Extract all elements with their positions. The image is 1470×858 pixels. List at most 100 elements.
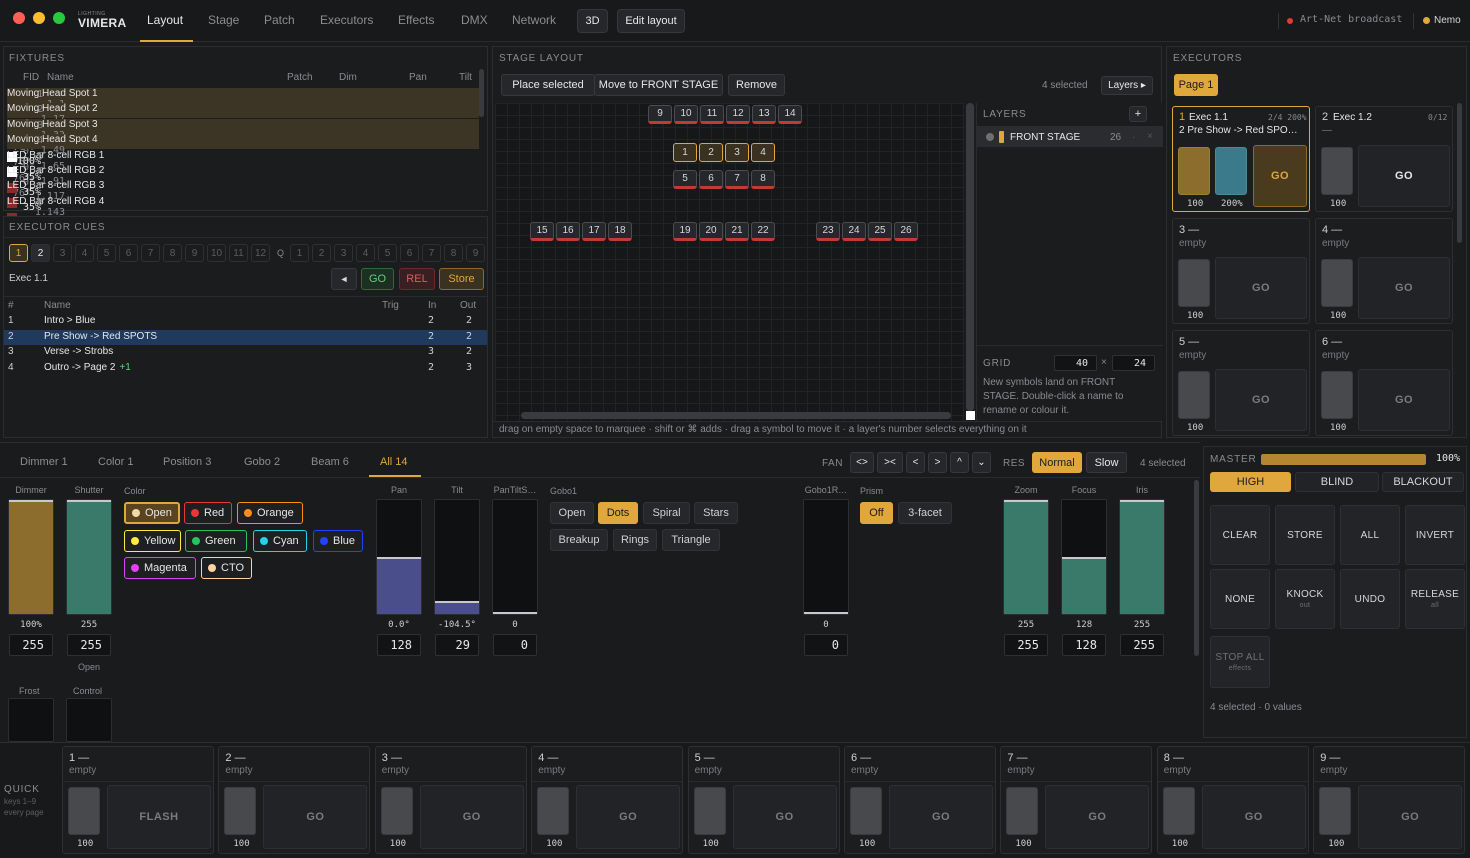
col-name[interactable]: Name — [47, 72, 74, 83]
nav-tab-stage[interactable]: Stage — [208, 13, 239, 27]
nav-tab-layout[interactable]: Layout — [147, 13, 183, 27]
quick-executor-8[interactable]: 8 — empty GO 100 — [1156, 746, 1309, 854]
stage-v-scrollbar[interactable] — [966, 103, 974, 411]
fan-button[interactable]: <> — [850, 452, 874, 473]
nav-tab-effects[interactable]: Effects — [398, 13, 434, 27]
frost-fader[interactable] — [8, 698, 54, 742]
executor-fader[interactable] — [1178, 371, 1210, 419]
executor-4[interactable]: 4 — empty GO 100 — [1315, 218, 1453, 324]
fan-button[interactable]: ^ — [950, 452, 969, 473]
executor-go-button[interactable]: GO — [1358, 369, 1450, 431]
stage-fixture-symbol[interactable]: 19 — [673, 222, 697, 241]
cue-q-5[interactable]: 5 — [378, 244, 397, 262]
quick-fader[interactable] — [693, 787, 726, 835]
fan-button[interactable]: > — [928, 452, 947, 473]
layer-color-swatch[interactable] — [999, 131, 1004, 143]
executor-fader[interactable] — [1178, 259, 1210, 307]
move-to-front-stage-button[interactable]: Move to FRONT STAGE — [594, 74, 723, 96]
cue-row[interactable]: 3 Verse -> Strobs 3 2 — [4, 345, 487, 360]
quick-executor-2[interactable]: 2 — empty GO 100 — [218, 746, 371, 854]
pantiltspeed-fader[interactable] — [492, 499, 538, 615]
quick-executor-1[interactable]: 1 — empty FLASH 100 — [62, 746, 214, 854]
executor-fader[interactable] — [1321, 259, 1353, 307]
stage-fixture-symbol[interactable]: 23 — [816, 222, 840, 241]
quick-go-button[interactable]: GO — [1045, 785, 1150, 849]
stage-fixture-symbol[interactable]: 6 — [699, 170, 723, 189]
quick-executor-6[interactable]: 6 — empty GO 100 — [844, 746, 996, 854]
user-name[interactable]: Nemo — [1434, 15, 1461, 26]
master-undo-button[interactable]: UNDO — [1340, 569, 1400, 629]
close-window-icon[interactable] — [13, 12, 25, 24]
grid-width-input[interactable]: 40 — [1054, 355, 1097, 371]
minimize-window-icon[interactable] — [33, 12, 45, 24]
stage-canvas[interactable]: 9 10 11 12 13 14 1 2 3 4 5 6 7 8 15 16 17 18 19 20 21 22 23 24 2… — [495, 103, 965, 421]
gobo-rotation-value-input[interactable]: 0 — [804, 634, 848, 656]
col-dim[interactable]: Dim — [339, 72, 357, 83]
edit-layout-button[interactable]: Edit layout — [617, 9, 685, 33]
fixture-row[interactable]: 8LED Bar 8-cell RGB 41.14335% — [7, 196, 479, 239]
executor-fader[interactable] — [1321, 371, 1353, 419]
cue-page-3[interactable]: 3 — [53, 244, 72, 262]
master-high-button[interactable]: HIGH — [1210, 472, 1291, 492]
stage-fixture-symbol[interactable]: 22 — [751, 222, 775, 241]
master-all-button[interactable]: ALL — [1340, 505, 1400, 565]
fixture-row[interactable]: 4 Moving Head Spot 4 1.49 100% 0° 76° — [7, 134, 479, 199]
executor-2[interactable]: 2 Exec 1.2 0/12 — GO 100 — [1315, 106, 1453, 212]
gobo-open-button[interactable]: Open — [550, 502, 594, 524]
view-3d-button[interactable]: 3D — [577, 9, 608, 33]
stage-h-scrollbar[interactable] — [521, 412, 951, 419]
cue-row[interactable]: 4 Outro -> Page 2 +1 2 3 — [4, 361, 487, 376]
cue-page-1[interactable]: 1 — [9, 244, 28, 262]
master-none-button[interactable]: NONE — [1210, 569, 1270, 629]
color-magenta-button[interactable]: Magenta — [124, 557, 196, 579]
master-blackout-button[interactable]: BLACKOUT — [1382, 472, 1464, 492]
layer-name[interactable]: FRONT STAGE — [1010, 132, 1080, 143]
iris-value-input[interactable]: 255 — [1120, 634, 1164, 656]
grid-height-input[interactable]: 24 — [1112, 355, 1155, 371]
stage-fixture-symbol[interactable]: 10 — [674, 105, 698, 124]
quick-go-button[interactable]: GO — [419, 785, 524, 849]
scrollbar[interactable] — [1194, 480, 1199, 656]
layer-lock-icon[interactable]: · — [1132, 132, 1135, 143]
cue-page-11[interactable]: 11 — [229, 244, 248, 262]
cue-go-button[interactable]: GO — [361, 268, 394, 290]
stage-fixture-symbol[interactable]: 5 — [673, 170, 697, 189]
executor-go-button[interactable]: GO — [1358, 145, 1450, 207]
quick-fader[interactable] — [1006, 787, 1039, 835]
gobo-rotation-fader[interactable] — [803, 499, 849, 615]
prog-tab-color[interactable]: Color 1 — [98, 456, 133, 468]
color-red-button[interactable]: Red — [184, 502, 232, 524]
quick-executor-4[interactable]: 4 — empty GO 100 — [531, 746, 684, 854]
color-yellow-button[interactable]: Yellow — [124, 530, 181, 552]
executor-go-button[interactable]: GO — [1215, 257, 1307, 319]
quick-executor-3[interactable]: 3 — empty GO 100 — [374, 746, 527, 854]
cue-q-9[interactable]: 9 — [466, 244, 485, 262]
quick-go-button[interactable]: GO — [1201, 785, 1306, 849]
col-fid[interactable]: FID — [23, 72, 39, 83]
cue-page-12[interactable]: 12 — [251, 244, 270, 262]
quick-fader[interactable] — [537, 787, 570, 835]
cue-store-button[interactable]: Store — [439, 268, 484, 290]
nav-tab-network[interactable]: Network — [512, 13, 556, 27]
gobo-breakup-button[interactable]: Breakup — [550, 529, 608, 551]
quick-fader[interactable] — [1162, 787, 1195, 835]
cue-page-6[interactable]: 6 — [119, 244, 138, 262]
nav-tab-patch[interactable]: Patch — [264, 13, 295, 27]
col-pan[interactable]: Pan — [409, 72, 427, 83]
prog-tab-all[interactable]: All 14 — [380, 456, 408, 468]
cue-q-1[interactable]: 1 — [290, 244, 309, 262]
stage-fixture-symbol[interactable]: 15 — [530, 222, 554, 241]
pan-fader[interactable] — [376, 499, 422, 615]
gobo-stars-button[interactable]: Stars — [694, 502, 738, 524]
cue-page-4[interactable]: 4 — [75, 244, 94, 262]
nav-tab-dmx[interactable]: DMX — [461, 13, 488, 27]
quick-executor-7[interactable]: 7 — empty GO 100 — [1000, 746, 1153, 854]
zoom-value-input[interactable]: 255 — [1004, 634, 1048, 656]
gobo-triangle-button[interactable]: Triangle — [662, 529, 720, 551]
cue-q-2[interactable]: 2 — [312, 244, 331, 262]
quick-go-button[interactable]: GO — [889, 785, 993, 849]
focus-fader[interactable] — [1061, 499, 1107, 615]
quick-fader[interactable] — [850, 787, 882, 835]
cue-q-7[interactable]: 7 — [422, 244, 441, 262]
res-slow-button[interactable]: Slow — [1086, 452, 1127, 473]
